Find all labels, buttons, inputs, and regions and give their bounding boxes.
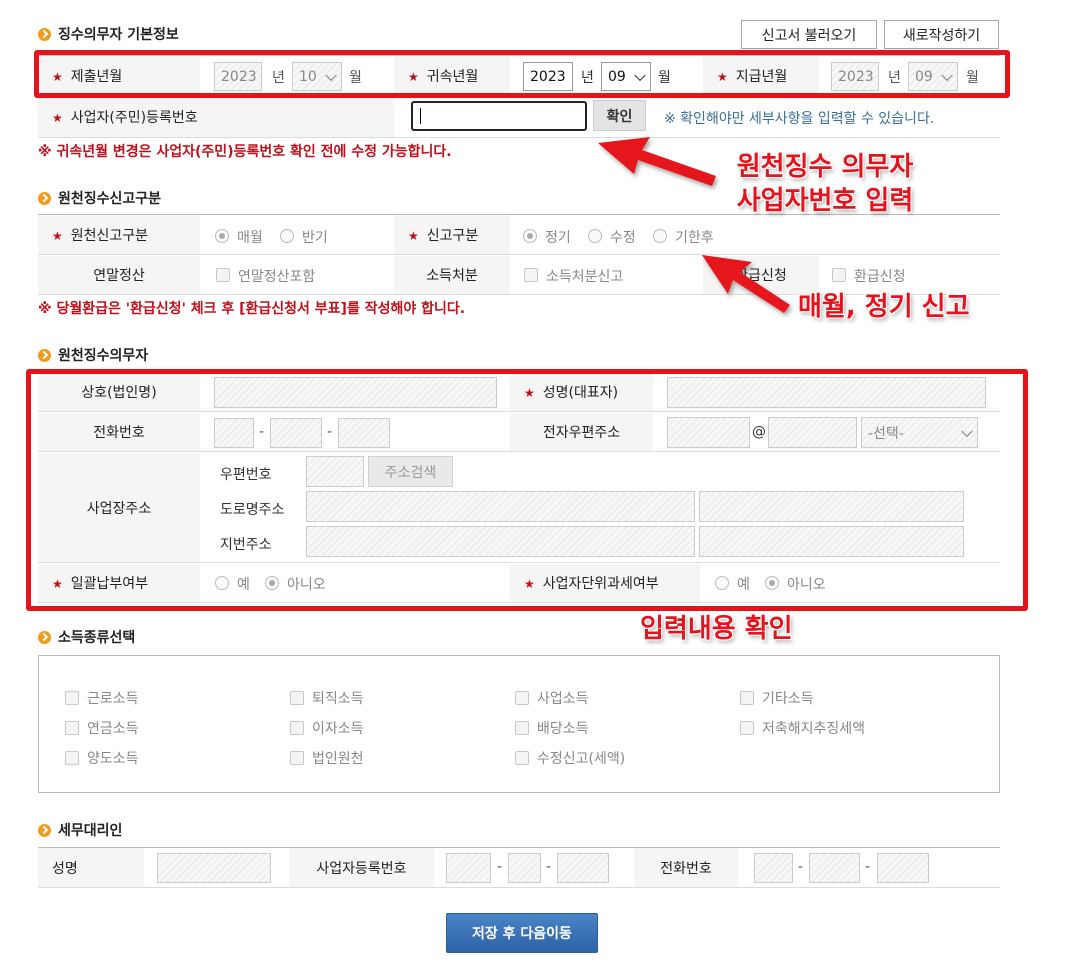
arrow-icon xyxy=(702,255,790,313)
annotation-text-check-input: 입력내용 확인 xyxy=(640,614,793,644)
annotation-arrows xyxy=(598,137,790,313)
annotation-text-biz-input: 원천징수 의무자 사업자번호 입력 xyxy=(736,152,914,216)
annotation-text-monthly-regular: 매월, 정기 신고 xyxy=(798,292,970,322)
arrow-icon xyxy=(598,137,716,186)
